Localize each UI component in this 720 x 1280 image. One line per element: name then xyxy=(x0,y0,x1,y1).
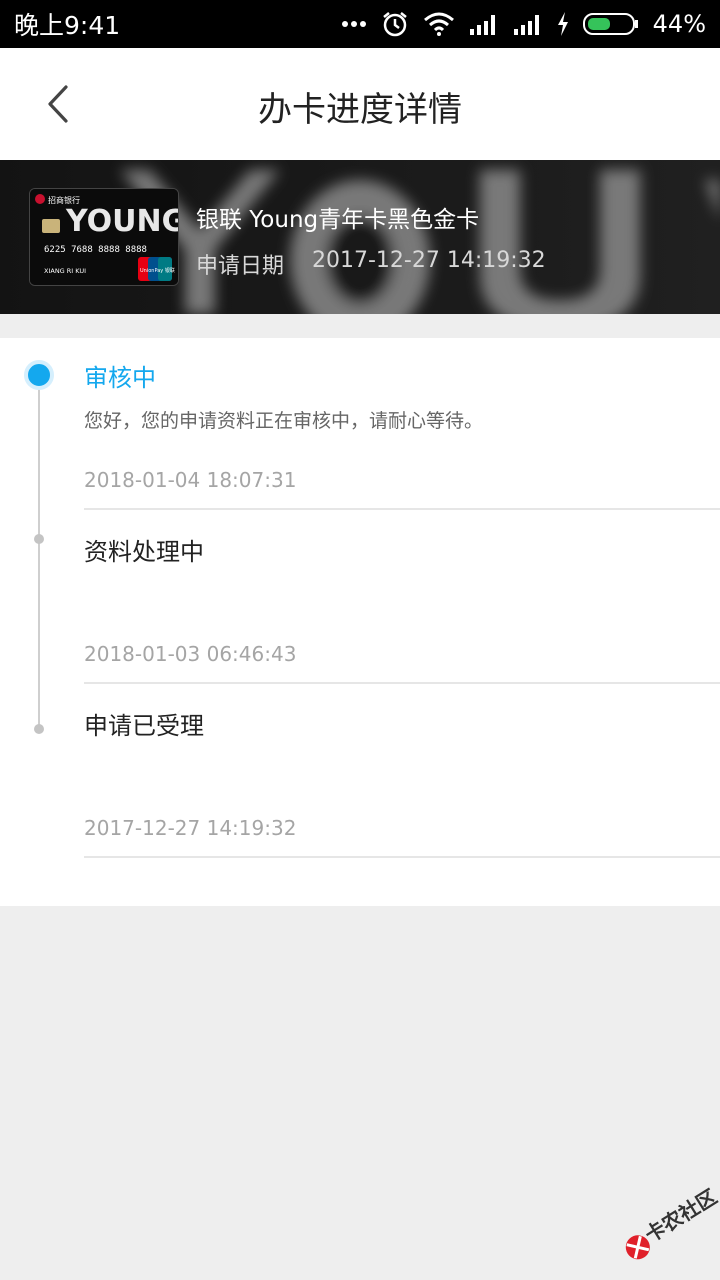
alarm-icon xyxy=(382,12,407,37)
divider xyxy=(84,856,720,858)
timeline-line xyxy=(38,376,40,728)
card-number: 6225 7688 8888 8888 xyxy=(44,245,147,255)
card-brand: YOUNG xyxy=(65,204,179,239)
step-time: 2018-01-04 18:07:31 xyxy=(84,468,297,492)
charging-icon xyxy=(557,12,568,36)
step-time: 2017-12-27 14:19:32 xyxy=(84,816,297,840)
apply-date-value: 2017-12-27 14:19:32 xyxy=(312,248,546,273)
step-title: 资料处理中 xyxy=(84,538,204,566)
status-icons: 44% xyxy=(341,10,706,38)
step-time: 2018-01-03 06:46:43 xyxy=(84,642,297,666)
step-description: 您好，您的申请资料正在审核中，请耐心等待。 xyxy=(84,410,484,432)
signal-icon xyxy=(513,15,539,35)
step-title: 审核中 xyxy=(84,364,156,392)
card-image: 招商银行 YOUNG 6225 7688 8888 8888 XIANG RI … xyxy=(29,188,179,286)
card-network: UnionPay 银联 xyxy=(140,267,175,274)
battery-icon xyxy=(582,13,638,35)
battery-percent: 44% xyxy=(652,10,706,38)
apply-date-label: 申请日期 xyxy=(196,254,285,279)
step-title: 申请已受理 xyxy=(84,712,204,740)
card-name: 银联 Young青年卡黑色金卡 xyxy=(196,207,480,233)
signal-icon xyxy=(469,15,495,35)
more-dots-icon xyxy=(341,21,366,27)
timeline-dot xyxy=(34,724,44,734)
timeline-dot xyxy=(34,534,44,544)
card-holder: XIANG RI KUI xyxy=(44,267,86,275)
status-bar: 晚上9:41 44% xyxy=(0,0,720,48)
nav-bar: 办卡进度详情 xyxy=(0,48,720,160)
divider xyxy=(84,508,720,510)
card-banner: 招商银行 YOUNG 6225 7688 8888 8888 XIANG RI … xyxy=(0,160,720,314)
wifi-icon xyxy=(423,12,454,36)
progress-timeline: 审核中 您好，您的申请资料正在审核中，请耐心等待。 2018-01-04 18:… xyxy=(0,338,720,906)
divider xyxy=(84,682,720,684)
page-title: 办卡进度详情 xyxy=(258,90,462,130)
timeline-dot-active xyxy=(24,360,54,390)
status-time: 晚上9:41 xyxy=(14,11,121,40)
